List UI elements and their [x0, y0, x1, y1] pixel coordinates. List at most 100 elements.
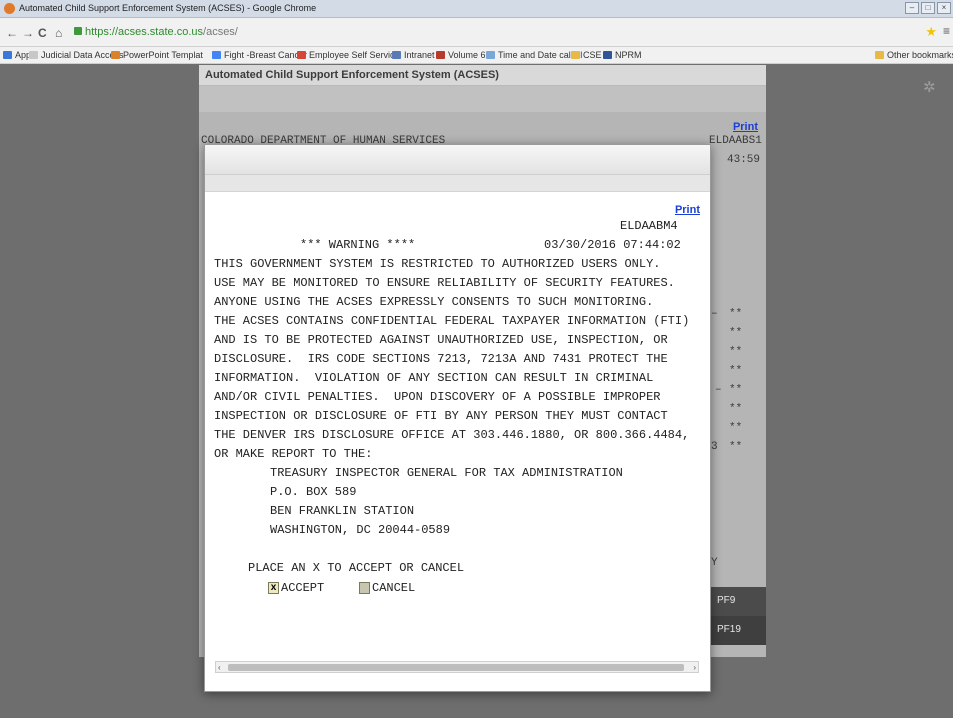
address-line: TREASURY INSPECTOR GENERAL FOR TAX ADMIN…	[270, 466, 623, 480]
dialog-screen-id: ELDAABM4	[620, 219, 678, 233]
bookmark-label: Other bookmarks	[887, 50, 953, 60]
minimize-icon[interactable]: –	[905, 2, 919, 14]
background-edge-mark: **	[729, 308, 743, 320]
pf19-button[interactable]: PF19	[709, 616, 766, 645]
background-screen-id: ELDAABS1	[709, 135, 762, 147]
cancel-label: CANCEL	[372, 581, 416, 595]
window-title: Automated Child Support Enforcement Syst…	[19, 3, 317, 13]
back-icon[interactable]: ←	[6, 27, 18, 39]
accept-input[interactable]: x	[268, 582, 279, 594]
url-path: /acses/	[203, 26, 238, 38]
warning-text-line: THE DENVER IRS DISCLOSURE OFFICE AT 303.…	[214, 428, 690, 442]
bookmark-other-bookmarks[interactable]: Other bookmarks	[875, 50, 953, 61]
warning-text-line: AND/OR CIVIL PENALTIES. UPON DISCOVERY O…	[214, 390, 661, 404]
globe-icon	[436, 51, 445, 59]
dialog-print-link[interactable]: Print	[675, 204, 700, 216]
warning-text-line: DISCLOSURE. IRS CODE SECTIONS 7213, 7213…	[214, 352, 668, 366]
bookmark-employee-self-service[interactable]: Employee Self Service	[297, 50, 400, 61]
close-icon[interactable]: ×	[937, 2, 951, 14]
address-line: WASHINGTON, DC 20044-0589	[270, 523, 451, 537]
warning-text-line: AND IS TO BE PROTECTED AGAINST UNAUTHORI…	[214, 333, 668, 347]
app-header-band	[199, 86, 766, 112]
browser-toolbar: ← → C ⌂ https://acses.state.co.us/acses/…	[0, 18, 953, 47]
bookmark-label: Fight -Breast Cancer	[224, 50, 308, 60]
gmail-icon	[297, 51, 306, 59]
accept-prompt: PLACE AN X TO ACCEPT OR CANCEL	[248, 561, 465, 575]
background-edge-mark: **	[729, 441, 743, 453]
folder-icon	[571, 51, 580, 59]
powerpoint-icon	[111, 51, 120, 59]
page-icon	[29, 51, 38, 59]
lock-icon	[74, 27, 82, 35]
bookmark-label: Volume 6	[448, 50, 486, 60]
apps-grid-icon	[3, 51, 12, 59]
background-edge-mark: **	[729, 327, 743, 339]
bookmark-powerpoint-templates[interactable]: PowerPoint Templat	[111, 50, 203, 61]
chrome-menu-icon[interactable]: ≡	[943, 25, 950, 38]
bookmark-time-and-date[interactable]: Time and Date calcul	[486, 50, 582, 61]
bookmark-label: NPRM	[615, 50, 642, 60]
home-icon[interactable]: ⌂	[55, 27, 62, 39]
bookmark-nprm[interactable]: NPRM	[603, 50, 642, 61]
warning-timestamp: 03/30/2016 07:44:02	[544, 238, 681, 252]
nprm-icon	[603, 51, 612, 59]
pf9-button[interactable]: PF9	[709, 587, 766, 616]
warning-dialog: Print ELDAABM4 *** WARNING **** 03/30/20…	[204, 144, 711, 692]
background-edge-dash: –	[711, 308, 718, 320]
warning-header: *** WARNING ****	[300, 238, 416, 252]
intranet-icon	[392, 51, 401, 59]
background-edge-mark: **	[729, 384, 743, 396]
warning-text-line: THE ACSES CONTAINS CONFIDENTIAL FEDERAL …	[214, 314, 690, 328]
page-viewport: ✲ Automated Child Support Enforcement Sy…	[0, 65, 953, 718]
warning-text-line: THIS GOVERNMENT SYSTEM IS RESTRICTED TO …	[214, 257, 661, 271]
horizontal-scrollbar[interactable]: ‹ ›	[215, 661, 699, 673]
bookmark-star-icon[interactable]: ★	[925, 25, 937, 38]
browser-titlebar: Automated Child Support Enforcement Syst…	[0, 0, 953, 18]
scroll-left-icon[interactable]: ‹	[218, 663, 221, 672]
address-line: BEN FRANKLIN STATION	[270, 504, 415, 518]
bookmarks-bar: Apps Judicial Data Access PowerPoint Tem…	[0, 47, 953, 64]
forward-icon[interactable]: →	[22, 27, 34, 39]
background-edge-mark: **	[729, 403, 743, 415]
chrome-favicon-icon	[4, 3, 15, 14]
clock-icon	[486, 51, 495, 59]
scrollbar-thumb[interactable]	[228, 664, 684, 671]
dialog-subheader	[205, 175, 710, 192]
cancel-input[interactable]	[359, 582, 370, 594]
bookmark-label: Time and Date calcul	[498, 50, 583, 60]
background-edge-mark: **	[729, 422, 743, 434]
bookmark-fight-breast-cancer[interactable]: Fight -Breast Cancer	[212, 50, 307, 61]
maximize-icon[interactable]: □	[921, 2, 935, 14]
background-edge-fragment: 3	[711, 441, 718, 453]
address-bar[interactable]: https://acses.state.co.us/acses/	[74, 26, 264, 39]
background-edge-fragment: Y	[711, 557, 718, 569]
warning-text-line: OR MAKE REPORT TO THE:	[214, 447, 373, 461]
google-icon	[212, 51, 221, 59]
folder-icon	[875, 51, 884, 59]
bookmark-intranet[interactable]: Intranet	[392, 50, 435, 61]
accept-label: ACCEPT	[281, 581, 325, 595]
gear-icon[interactable]: ✲	[923, 80, 936, 95]
background-edge-mark: **	[729, 346, 743, 358]
warning-text-line: INSPECTION OR DISCLOSURE OF FTI BY ANY P…	[214, 409, 668, 423]
bookmark-cse[interactable]: CSE	[571, 50, 602, 61]
url-host: https://acses.state.co.us	[85, 26, 204, 38]
warning-text-line: INFORMATION. VIOLATION OF ANY SECTION CA…	[214, 371, 654, 385]
dialog-titlebar	[205, 145, 710, 175]
background-edge-dash: –	[715, 384, 722, 396]
bookmark-label: Employee Self Service	[309, 50, 400, 60]
app-title: Automated Child Support Enforcement Syst…	[199, 65, 766, 86]
address-line: P.O. BOX 589	[270, 485, 357, 499]
window-controls: – □ ×	[905, 2, 951, 14]
background-time: 43:59	[727, 154, 761, 166]
print-link[interactable]: Print	[733, 121, 758, 133]
bookmark-volume-6[interactable]: Volume 6	[436, 50, 486, 61]
scroll-right-icon[interactable]: ›	[693, 663, 696, 672]
bookmark-judicial-data-access[interactable]: Judicial Data Access	[29, 50, 124, 61]
bookmark-label: CSE	[583, 50, 602, 60]
bookmark-label: PowerPoint Templat	[123, 50, 203, 60]
background-edge-mark: **	[729, 365, 743, 377]
reload-icon[interactable]: C	[38, 27, 47, 39]
bookmark-label: Intranet	[404, 50, 435, 60]
warning-text-line: USE MAY BE MONITORED TO ENSURE RELIABILI…	[214, 276, 675, 290]
